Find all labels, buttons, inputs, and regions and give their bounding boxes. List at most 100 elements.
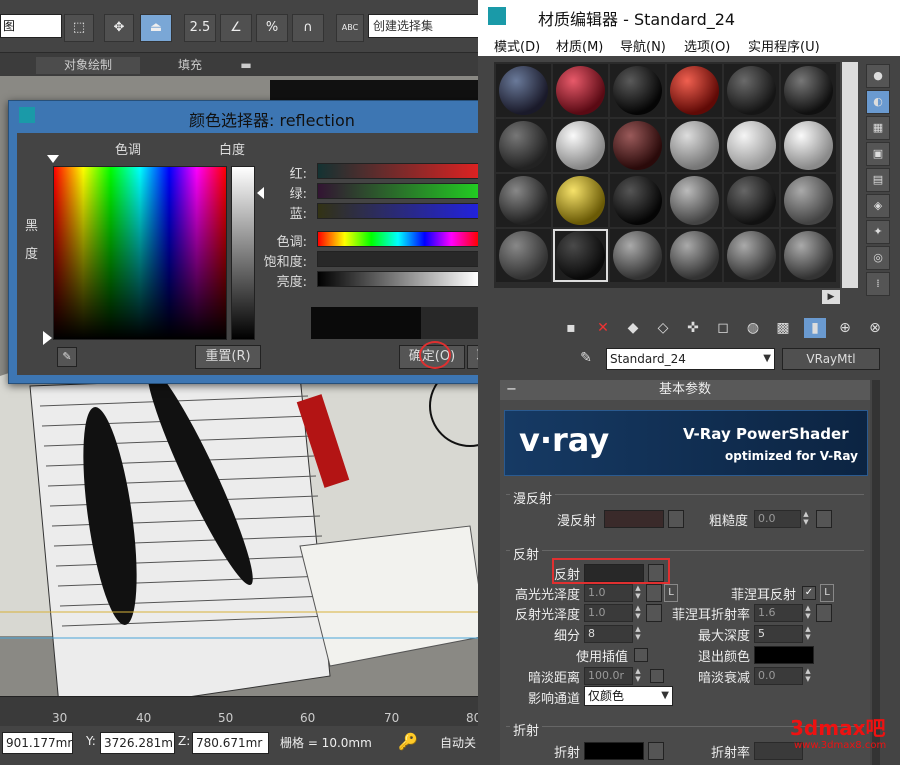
sample-slot[interactable] <box>667 119 722 172</box>
video-color-check-icon[interactable]: ▤ <box>866 168 890 192</box>
refl-glossiness-spinner-icon[interactable]: ▲ ▼ <box>634 604 642 620</box>
sample-slot[interactable] <box>781 119 836 172</box>
fresnel-reflections-checkbox[interactable]: ✓ <box>802 586 816 600</box>
sample-slot[interactable] <box>781 64 836 117</box>
material-type-button[interactable]: VRayMtl <box>782 348 880 370</box>
use-interpolation-checkbox[interactable] <box>634 648 648 662</box>
fresnel-lock-button[interactable]: L <box>820 584 834 602</box>
subdivs-field[interactable]: 8 <box>584 625 633 643</box>
sample-slot[interactable] <box>667 174 722 227</box>
refract-color-swatch[interactable] <box>584 742 644 760</box>
angle-snap-icon[interactable]: ∠ <box>220 14 252 42</box>
dim-distance-checkbox[interactable] <box>650 669 664 683</box>
hue-blackness-gradient[interactable] <box>53 166 227 340</box>
sample-slot[interactable] <box>667 229 722 282</box>
put-to-library-icon[interactable]: ▪ <box>560 318 582 338</box>
key-icon[interactable]: 🔑 <box>398 732 418 751</box>
slots-scrollbar[interactable] <box>842 62 858 288</box>
sample-slot-active[interactable] <box>553 229 608 282</box>
fresnel-ior-field[interactable]: 1.6 <box>754 604 803 622</box>
sample-slots-grid[interactable] <box>494 62 840 288</box>
sample-slot[interactable] <box>724 229 779 282</box>
percent-snap-icon[interactable]: % <box>256 14 288 42</box>
make-unique-icon[interactable]: ◆ <box>622 318 644 338</box>
backlight-icon[interactable]: ◐ <box>866 90 890 114</box>
exit-color-swatch[interactable] <box>754 646 814 664</box>
whiteness-marker-icon[interactable] <box>257 187 264 199</box>
sample-slot[interactable] <box>724 64 779 117</box>
dim-falloff-field[interactable]: 0.0 <box>754 667 803 685</box>
eyedropper-icon[interactable]: ✎ <box>57 347 77 367</box>
sample-slot[interactable] <box>667 64 722 117</box>
timeline-ruler[interactable]: 30 40 50 60 70 80 <box>0 696 486 727</box>
ribbon-tab-object-paint[interactable]: 对象绘制 <box>36 57 140 74</box>
x-coordinate-field[interactable]: 901.177mr <box>2 732 73 754</box>
reset-maps-icon[interactable]: ◻ <box>712 318 734 338</box>
menu-navigation[interactable]: 导航(N) <box>620 36 666 55</box>
go-to-parent-icon[interactable]: ⊕ <box>834 318 856 338</box>
auto-key-button[interactable]: 自动关 <box>440 734 476 751</box>
ribbon-tab-populate[interactable]: 填充 <box>150 57 230 74</box>
menu-material[interactable]: 材质(M) <box>556 36 603 55</box>
dim-distance-spinner-icon[interactable]: ▲ ▼ <box>634 667 642 683</box>
diffuse-color-swatch[interactable] <box>604 510 664 528</box>
sample-options-icon[interactable]: ✦ <box>866 220 890 244</box>
max-depth-field[interactable]: 5 <box>754 625 803 643</box>
scroll-right-icon[interactable]: ▶ <box>822 290 840 304</box>
roughness-field[interactable]: 0.0 <box>754 510 801 528</box>
pick-material-eyedropper-icon[interactable]: ✎ <box>576 348 596 368</box>
dialog-titlebar[interactable]: 颜色选择器: reflection <box>9 101 541 133</box>
spinner-snap-icon[interactable]: ∩ <box>292 14 324 42</box>
roughness-map-button[interactable] <box>816 510 832 528</box>
green-slider[interactable] <box>317 183 479 199</box>
max-depth-spinner-icon[interactable]: ▲ ▼ <box>804 625 812 641</box>
uv-tiling-icon[interactable]: ▣ <box>866 142 890 166</box>
background-icon[interactable]: ▦ <box>866 116 890 140</box>
chevron-down-icon[interactable]: ▼ <box>661 687 669 705</box>
hue-slider[interactable] <box>317 231 479 247</box>
sample-slot[interactable] <box>553 119 608 172</box>
material-name-field[interactable]: Standard_24 ▼ <box>606 348 775 370</box>
hilight-glossiness-spinner-icon[interactable]: ▲ ▼ <box>634 584 642 600</box>
rollout-scrollbar[interactable] <box>872 380 880 765</box>
material-map-navigator-icon[interactable]: ⁞ <box>866 272 890 296</box>
hue-marker-icon[interactable] <box>47 155 59 163</box>
material-id-icon[interactable]: ◍ <box>742 318 764 338</box>
sample-slot[interactable] <box>496 174 551 227</box>
dim-falloff-spinner-icon[interactable]: ▲ ▼ <box>804 667 812 683</box>
delete-material-icon[interactable]: ✕ <box>592 318 614 338</box>
material-editor-titlebar[interactable]: 材质编辑器 - Standard_24 <box>478 0 900 32</box>
z-coordinate-field[interactable]: 780.671mr <box>192 732 269 754</box>
fresnel-ior-spinner-icon[interactable]: ▲ ▼ <box>804 604 812 620</box>
sample-slot[interactable] <box>781 174 836 227</box>
dim-distance-field[interactable]: 100.0r <box>584 667 633 685</box>
hilight-lock-button[interactable]: L <box>664 584 678 602</box>
select-by-material-icon[interactable]: ◎ <box>866 246 890 270</box>
menu-utilities[interactable]: 实用程序(U) <box>748 36 820 55</box>
refl-glossiness-field[interactable]: 1.0 <box>584 604 633 622</box>
fresnel-ior-map-button[interactable] <box>816 604 832 622</box>
chevron-down-icon[interactable]: ▼ <box>763 349 771 369</box>
menu-options[interactable]: 选项(O) <box>684 36 730 55</box>
sample-slot[interactable] <box>496 229 551 282</box>
sample-slot[interactable] <box>496 119 551 172</box>
assign-material-icon[interactable]: ✜ <box>682 318 704 338</box>
roughness-spinner-icon[interactable]: ▲ ▼ <box>802 510 810 526</box>
affect-channels-dropdown[interactable]: 仅颜色 ▼ <box>584 686 673 706</box>
saturation-slider[interactable] <box>317 251 479 267</box>
menu-modes[interactable]: 模式(D) <box>494 36 540 55</box>
hilight-glossiness-map-button[interactable] <box>646 584 662 602</box>
named-selection-set-input[interactable]: 创建选择集 <box>368 14 484 38</box>
hilight-glossiness-field[interactable]: 1.0 <box>584 584 633 602</box>
blackness-marker-icon[interactable] <box>43 331 52 345</box>
red-slider[interactable] <box>317 163 479 179</box>
edit-named-selection-icon[interactable]: ABC <box>336 14 364 42</box>
selection-filter-dropdown[interactable]: 图 <box>0 14 62 38</box>
diffuse-map-button[interactable] <box>668 510 684 528</box>
whiteness-strip[interactable] <box>231 166 255 340</box>
sample-type-icon[interactable]: ● <box>866 64 890 88</box>
sample-slot[interactable] <box>724 119 779 172</box>
select-object-icon[interactable]: ⬚ <box>64 14 94 42</box>
move-icon[interactable]: ✥ <box>104 14 134 42</box>
ribbon-options-icon[interactable]: ▬ <box>236 57 256 74</box>
